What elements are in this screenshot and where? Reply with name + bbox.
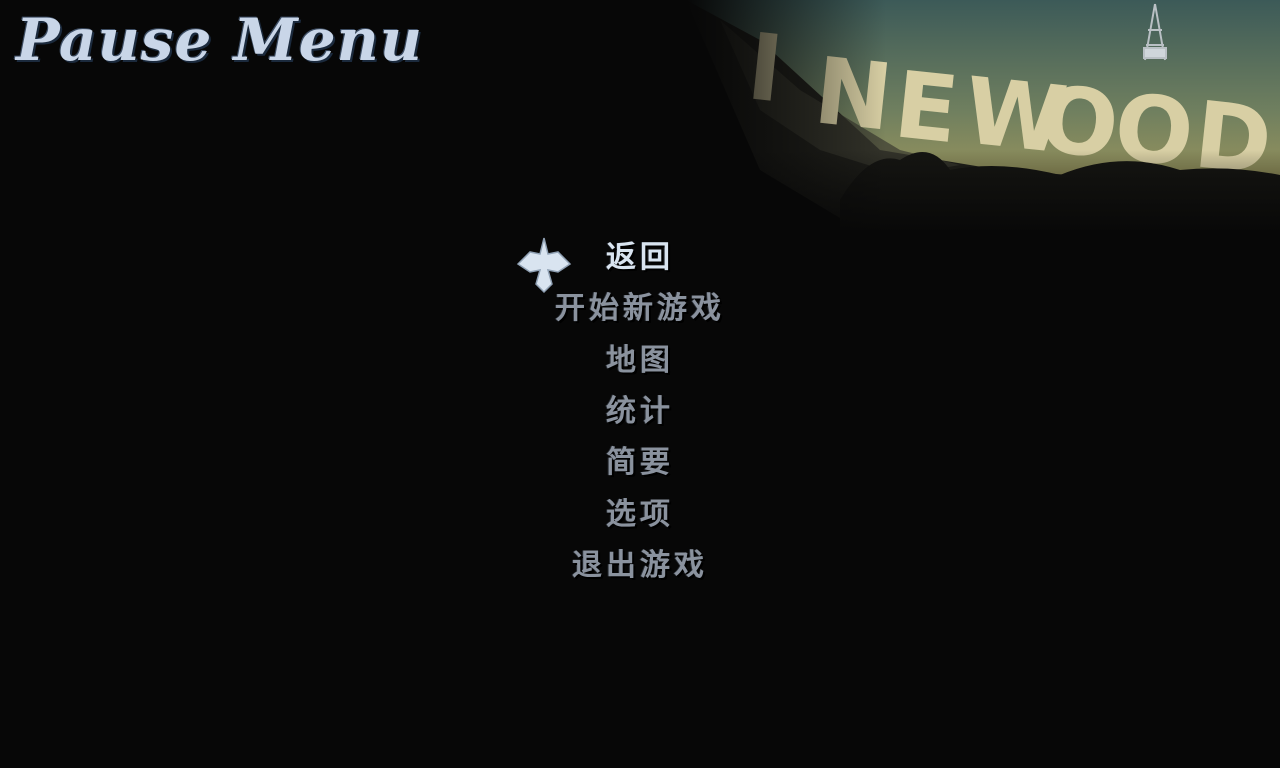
sign-letter: E	[890, 51, 964, 164]
menu-item-quit-game[interactable]: 退出游戏	[480, 544, 800, 588]
menu-item-new-game[interactable]: 开始新游戏	[480, 287, 800, 331]
menu-item-stats[interactable]: 统计	[480, 390, 800, 434]
page-title: Pause Menu	[16, 6, 423, 74]
menu-item-map[interactable]: 地图	[480, 339, 800, 383]
menu-item-resume[interactable]: 返回	[480, 236, 800, 280]
menu-item-options[interactable]: 选项	[480, 493, 800, 537]
pause-menu: 返回 开始新游戏 地图 统计 简要 选项 退出游戏	[480, 232, 800, 592]
pause-screen: INEWOOD Pause Menu 返回 开始新游戏 地图 统计 简要 选项 …	[0, 0, 1280, 768]
menu-item-brief[interactable]: 简要	[480, 441, 800, 485]
